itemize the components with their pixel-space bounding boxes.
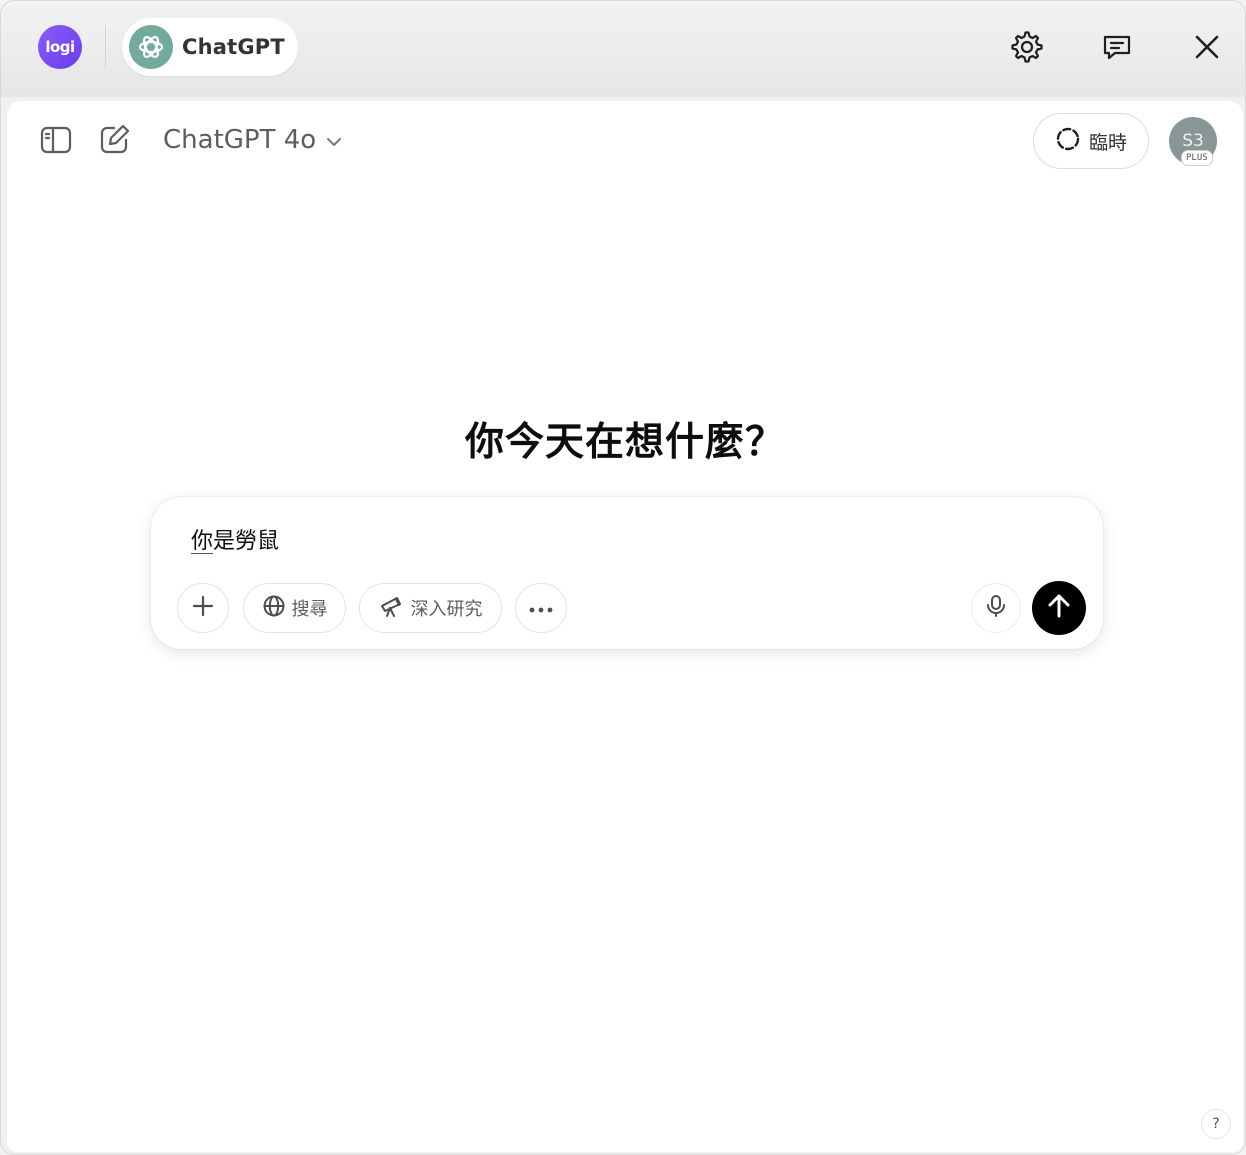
plus-icon xyxy=(191,594,215,622)
attach-button[interactable] xyxy=(177,583,229,633)
dashed-circle-icon xyxy=(1055,126,1081,156)
page-headline: 你今天在想什麼？ xyxy=(464,420,785,465)
chatgpt-logo-icon xyxy=(129,25,173,69)
model-name: ChatGPT 4o xyxy=(163,125,317,155)
new-chat-edit-icon[interactable] xyxy=(95,119,135,159)
temporary-chat-button[interactable]: 臨時 xyxy=(1033,113,1149,169)
logi-logo-icon[interactable]: logi xyxy=(38,25,82,69)
title-bar: logi ChatGPT xyxy=(1,1,1245,97)
sidebar-toggle-icon[interactable] xyxy=(36,120,76,160)
app-window: logi ChatGPT ChatGPT 4o 臨時 S3 PLUS 你今天在想… xyxy=(0,0,1246,1155)
deep-research-label: 深入研究 xyxy=(410,599,483,620)
microphone-icon xyxy=(986,594,1006,622)
ime-underline xyxy=(191,553,213,554)
app-name: ChatGPT xyxy=(182,35,285,59)
arrow-up-icon xyxy=(1046,592,1072,624)
plan-badge: PLUS xyxy=(1181,150,1213,166)
logi-label: logi xyxy=(45,38,75,56)
help-button[interactable]: ? xyxy=(1201,1109,1231,1139)
model-selector[interactable]: ChatGPT 4o xyxy=(163,119,342,161)
telescope-icon xyxy=(379,594,405,622)
prompt-input[interactable]: 你是勞鼠 xyxy=(191,523,279,555)
dictate-button[interactable] xyxy=(971,583,1021,633)
search-label: 搜尋 xyxy=(291,599,328,620)
more-tools-button[interactable] xyxy=(515,583,567,633)
message-composer: 你是勞鼠 搜尋 深入研究 xyxy=(151,497,1103,649)
send-button[interactable] xyxy=(1032,581,1086,635)
title-divider xyxy=(105,25,106,69)
globe-icon xyxy=(262,594,286,622)
close-icon[interactable] xyxy=(1187,27,1227,67)
chevron-down-icon xyxy=(326,133,342,152)
ellipsis-icon xyxy=(528,599,554,618)
deep-research-button[interactable]: 深入研究 xyxy=(359,583,502,633)
settings-gear-icon[interactable] xyxy=(1007,27,1047,67)
chat-panel: ChatGPT 4o 臨時 S3 PLUS 你今天在想什麼？ 你是勞鼠 搜尋 深… xyxy=(7,101,1243,1152)
app-tab-chatgpt[interactable]: ChatGPT xyxy=(122,18,298,76)
search-button[interactable]: 搜尋 xyxy=(243,583,346,633)
temporary-chat-label: 臨時 xyxy=(1088,131,1127,154)
avatar-initials: S3 xyxy=(1182,131,1204,151)
feedback-message-icon[interactable] xyxy=(1097,27,1137,67)
